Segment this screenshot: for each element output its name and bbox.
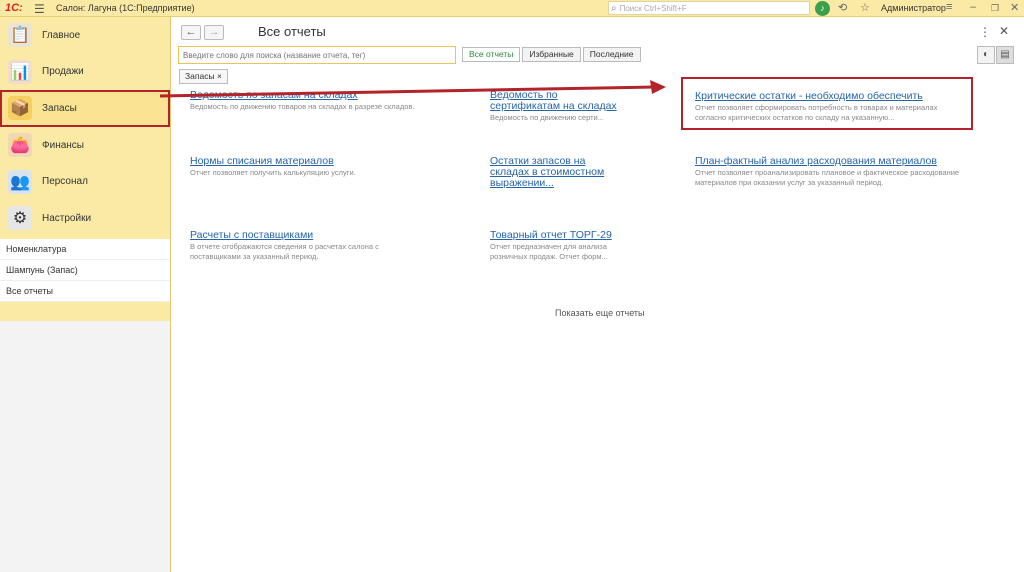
sidebar-item-inventory[interactable]: 📦 Запасы [0, 90, 170, 127]
report-link[interactable]: Нормы списания материалов [190, 156, 420, 167]
report-description: Отчет предназначен для анализа розничных… [490, 242, 608, 261]
sidebar-item-label: Персонал [42, 176, 88, 188]
filter-chip-label: Запасы [185, 71, 215, 81]
app-title: Салон: Лагуна (1С:Предприятие) [56, 3, 195, 13]
report-link[interactable]: План-фактный анализ расходования материа… [695, 156, 970, 167]
report-link[interactable]: Ведомость по запасам на складах [190, 90, 480, 101]
user-name[interactable]: Администратор [881, 3, 946, 13]
title-bar: 1С: ☰ Салон: Лагуна (1С:Предприятие) ⌕ П… [0, 0, 1024, 17]
open-window-item[interactable]: Номенклатура [0, 239, 170, 260]
sidebar-item-label: Главное [42, 29, 81, 41]
show-more-link[interactable]: Показать еще отчеты [555, 308, 645, 318]
report-link[interactable]: Расчеты с поставщиками [190, 230, 415, 241]
tab-favorites[interactable]: Избранные [522, 47, 581, 62]
sidebar-empty-area [0, 321, 170, 572]
product-box-icon: 📦 [8, 96, 32, 121]
clipboard-icon: 📋 [8, 23, 32, 48]
page-title: Все отчеты [258, 24, 326, 39]
open-window-item[interactable]: Шампунь (Запас) [0, 260, 170, 281]
global-search-placeholder: Поиск Ctrl+Shift+F [619, 3, 687, 13]
report-item: Ведомость по сертификатам на складах Вед… [490, 90, 625, 123]
open-window-item[interactable]: Все отчеты [0, 281, 170, 302]
report-description: В отчете отображаются сведения о расчета… [190, 242, 379, 261]
bar-chart-icon: 📊 [8, 59, 32, 84]
favorite-star-icon[interactable]: ☆ [860, 1, 870, 14]
sidebar-item-sales[interactable]: 📊 Продажи [0, 54, 170, 91]
notification-bell-icon[interactable]: ♪ [815, 1, 830, 16]
main-panel: ← → Все отчеты ⋮ ✕ Все отчеты Избранные … [172, 17, 1024, 572]
report-link[interactable]: Ведомость по сертификатам на складах [490, 90, 625, 112]
history-icon[interactable]: ⟲ [838, 1, 847, 14]
global-search-input[interactable]: ⌕ Поиск Ctrl+Shift+F [608, 1, 810, 15]
sidebar-item-label: Продажи [42, 66, 84, 78]
report-item: Ведомость по запасам на складах Ведомост… [190, 90, 480, 112]
sidebar-item-label: Финансы [42, 139, 84, 151]
search-icon: ⌕ [611, 2, 617, 14]
sidebar-item-label: Настройки [42, 212, 92, 224]
open-windows-list: Номенклатура Шампунь (Запас) Все отчеты [0, 239, 170, 302]
report-item: Товарный отчет ТОРГ-29 Отчет предназначе… [490, 230, 625, 262]
report-description: Ведомость по движению серти... [490, 113, 604, 122]
report-description: Отчет позволяет проанализировать планово… [695, 168, 960, 187]
report-description: Ведомость по движению товаров на складах… [190, 102, 415, 111]
filter-chip[interactable]: Запасы × [179, 69, 228, 84]
close-window-icon[interactable]: ✕ [1010, 1, 1019, 14]
report-link[interactable]: Остатки запасов на складах в стоимостном… [490, 156, 620, 189]
sidebar-item-finance[interactable]: 👛 Финансы [0, 127, 170, 164]
gear-icon: ⚙ [8, 206, 32, 231]
report-item: Расчеты с поставщиками В отчете отобража… [190, 230, 415, 262]
people-icon: 👥 [8, 169, 32, 194]
report-item: Остатки запасов на складах в стоимостном… [490, 156, 620, 190]
more-actions-icon[interactable]: ⋮ [979, 25, 991, 39]
forward-button[interactable]: → [204, 25, 224, 40]
report-item: Нормы списания материалов Отчет позволяе… [190, 156, 420, 178]
report-link[interactable]: Товарный отчет ТОРГ-29 [490, 230, 625, 241]
restore-icon[interactable]: ❐ [991, 3, 999, 14]
close-form-icon[interactable]: ✕ [999, 24, 1009, 38]
tab-all-reports[interactable]: Все отчеты [462, 47, 521, 62]
tab-recent[interactable]: Последние [582, 47, 641, 62]
chip-remove-icon[interactable]: × [217, 71, 222, 81]
sidebar: 📋 Главное 📊 Продажи 📦 Запасы 👛 Финансы 👥… [0, 17, 171, 572]
report-item: План-фактный анализ расходования материа… [695, 156, 970, 188]
view-toggle: ◐ ▤ [976, 46, 1014, 64]
list-view-icon[interactable]: ▤ [996, 46, 1014, 64]
sidebar-item-settings[interactable]: ⚙ Настройки [0, 200, 170, 237]
sidebar-item-main[interactable]: 📋 Главное [0, 17, 170, 54]
menu-icon[interactable]: ☰ [34, 2, 45, 16]
report-tabs: Все отчеты Избранные Последние [462, 47, 643, 62]
report-description: Отчет позволяет получить калькуляцию усл… [190, 168, 356, 177]
app-logo: 1С: [5, 2, 23, 14]
highlight-box [681, 77, 973, 130]
wallet-icon: 👛 [8, 133, 32, 158]
minimize-icon[interactable]: – [970, 1, 976, 13]
pie-view-icon[interactable]: ◐ [977, 46, 995, 64]
sidebar-item-label: Запасы [42, 102, 77, 114]
sidebar-item-personnel[interactable]: 👥 Персонал [0, 163, 170, 200]
settings-lines-icon[interactable]: ≡ [946, 1, 952, 13]
report-search-input[interactable] [178, 46, 456, 64]
back-button[interactable]: ← [181, 25, 201, 40]
